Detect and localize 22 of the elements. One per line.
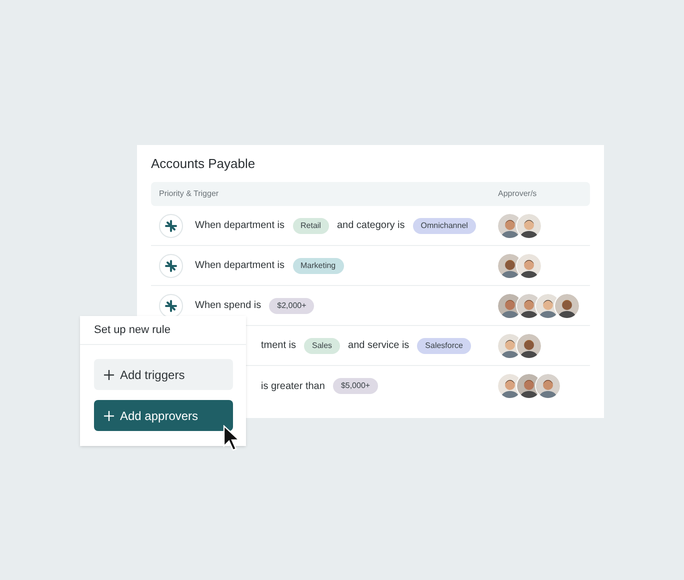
rule-text: When spend is: [195, 299, 262, 313]
tag: Sales: [304, 338, 340, 354]
panel-title: Set up new rule: [80, 316, 246, 345]
tag: $5,000+: [332, 378, 378, 394]
rule-text: tment is: [261, 339, 296, 353]
tag: Retail: [292, 218, 329, 234]
rule-text: is greater than: [261, 380, 325, 394]
column-header: Priority & Trigger: [158, 188, 220, 200]
plus-icon: [104, 370, 114, 380]
tag: Omnichannel: [412, 218, 476, 234]
tag: Salesforce: [417, 338, 471, 354]
rule-text: and category is: [336, 219, 405, 233]
column-header: Approver/s: [498, 188, 538, 200]
add-triggers-button[interactable]: Add triggers: [94, 359, 233, 390]
rule-text: and service is: [348, 339, 410, 353]
tag: Marketing: [292, 258, 344, 274]
plus-icon: [104, 410, 114, 420]
rule-text: When department is: [195, 219, 284, 233]
rule-text: When department is: [195, 259, 284, 273]
card-title: Accounts Payable: [151, 155, 256, 173]
add-approvers-button[interactable]: Add approvers: [94, 400, 233, 431]
tag: $2,000+: [269, 298, 314, 314]
